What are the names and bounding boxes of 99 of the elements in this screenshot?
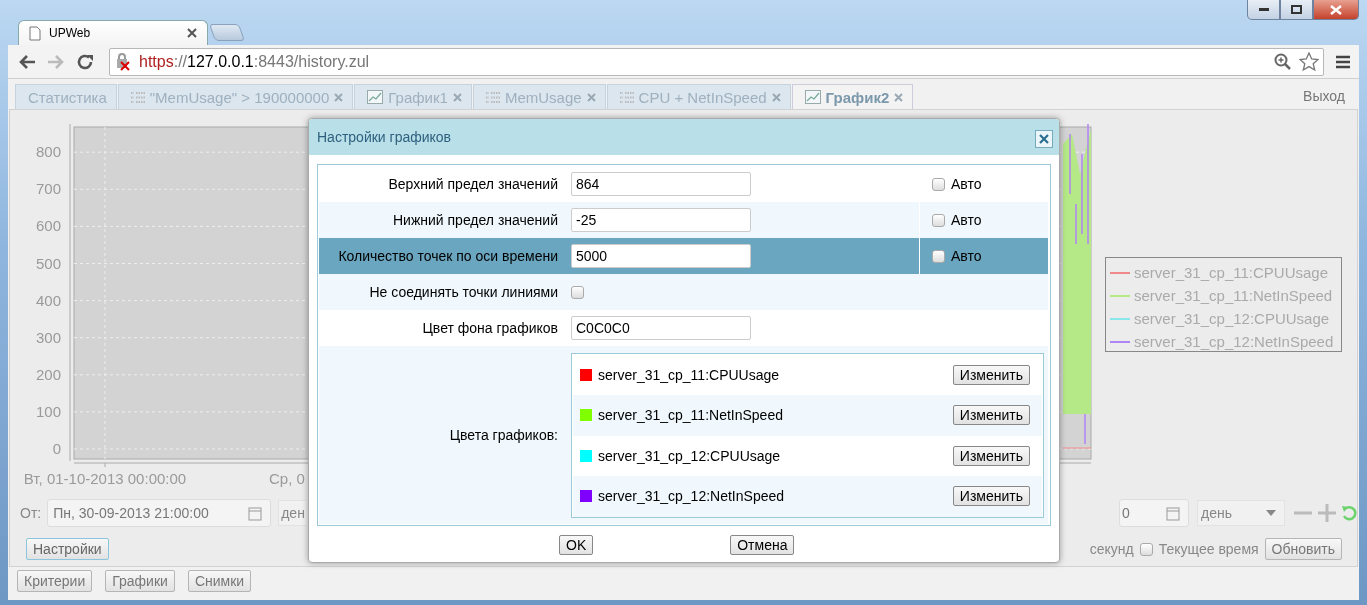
- checkbox[interactable]: [932, 213, 945, 227]
- axis-label: 500: [35, 254, 61, 272]
- legend-label: server_31_cp_12:NetInSpeed: [1134, 333, 1334, 350]
- caret-icon: [1266, 510, 1276, 516]
- series-name: server_31_cp_11:NetInSpeed: [598, 407, 783, 424]
- axis-label: 400: [35, 291, 61, 309]
- refresh-icon[interactable]: [1341, 504, 1357, 522]
- legend-label: server_31_cp_12:CPUUsage: [1134, 310, 1330, 327]
- tab-label: График2: [825, 88, 890, 106]
- series-name: server_31_cp_12:CPUUsage: [598, 447, 781, 464]
- url-text: https://127.0.0.1:8443/history.zul: [139, 52, 370, 71]
- input-field[interactable]: C0C0C0: [571, 316, 751, 340]
- checkbox[interactable]: [932, 177, 945, 191]
- close-button[interactable]: [1035, 130, 1053, 148]
- axis-label: 0: [52, 440, 61, 457]
- checkbox-label: Текущее время: [1158, 541, 1259, 557]
- seconds-label: секунд: [1089, 541, 1134, 557]
- axis-label: 700: [35, 180, 61, 198]
- menu-icon[interactable]: [1335, 54, 1351, 69]
- close-icon[interactable]: [187, 28, 197, 38]
- setting-label: Цвет фона графиков: [422, 320, 558, 336]
- date-field[interactable]: 0: [1119, 499, 1189, 527]
- change-button[interactable]: Изменить: [952, 445, 1030, 466]
- input-field[interactable]: 864: [571, 172, 751, 196]
- table-icon: [619, 91, 634, 103]
- settings-row[interactable]: Цвета графиков: server_31_cp_11:CPUUsage Изменить server_31_cp_11:NetInSpeed Изменить server_31_cp_12:CPUUsage Изменить server_31_cp_12:NetInSpeed Изменить: [319, 346, 1048, 524]
- calendar-icon[interactable]: [248, 505, 263, 521]
- close-icon: [1330, 4, 1342, 15]
- close-icon: [1039, 134, 1049, 144]
- series-name: server_31_cp_12:NetInSpeed: [598, 488, 785, 505]
- chart-icon: [367, 90, 384, 104]
- input-field[interactable]: 5000: [571, 244, 751, 268]
- settings-row[interactable]: Нижний предел значений -25 Авто: [319, 202, 1048, 238]
- unit-value: день: [1201, 505, 1232, 521]
- maximize-button[interactable]: [1280, 0, 1313, 20]
- minimize-icon: [1258, 7, 1269, 12]
- logout-link[interactable]: Выход: [1303, 88, 1345, 104]
- tab-label: "MemUsage" > 190000000: [149, 88, 330, 106]
- setting-label: Цвета графиков:: [449, 427, 558, 443]
- maximize-icon: [1291, 5, 1302, 14]
- plus-icon[interactable]: [1317, 503, 1337, 523]
- forward-icon[interactable]: [47, 53, 65, 70]
- checkbox[interactable]: [571, 285, 584, 299]
- tab-label: Статистика: [28, 88, 107, 106]
- setting-label: Нижний предел значений: [392, 212, 558, 228]
- axis-label: 100: [35, 402, 61, 420]
- calendar-icon[interactable]: [1166, 505, 1180, 521]
- footer-button[interactable]: Снимки: [187, 570, 252, 592]
- date-value: 0: [1122, 505, 1130, 521]
- table-icon: [485, 91, 500, 103]
- tab-label: MemUsage: [504, 88, 582, 106]
- change-button[interactable]: Изменить: [952, 405, 1030, 426]
- refresh-button[interactable]: Обновить: [1264, 538, 1342, 560]
- cancel-button[interactable]: Отмена: [730, 535, 795, 555]
- checkbox-label: Авто: [951, 248, 982, 264]
- checkbox-label: Авто: [951, 176, 982, 192]
- close-button[interactable]: [1313, 0, 1359, 20]
- setting-label: Не соединять точки линиями: [369, 284, 558, 300]
- broken-lock-icon: [116, 52, 132, 71]
- reload-icon[interactable]: [76, 52, 94, 71]
- axis-label: Вт, 01-10-2013 00:00:00: [23, 470, 187, 487]
- axis-label: 600: [35, 217, 61, 235]
- checkbox[interactable]: [1139, 542, 1153, 556]
- chart-icon: [804, 90, 821, 104]
- legend-label: server_31_cp_11:CPUUsage: [1134, 264, 1328, 281]
- input-field[interactable]: -25: [571, 208, 751, 232]
- back-icon[interactable]: [18, 53, 36, 70]
- ok-button[interactable]: OK: [559, 535, 594, 555]
- checkbox[interactable]: [932, 249, 945, 263]
- browser-tab[interactable]: UPWeb: [18, 20, 208, 45]
- axis-label: 800: [35, 143, 61, 161]
- from-label: От:: [20, 505, 42, 521]
- address-bar[interactable]: https://127.0.0.1:8443/history.zul: [109, 47, 1324, 76]
- footer-button[interactable]: Графики: [105, 570, 175, 592]
- change-button[interactable]: Изменить: [952, 486, 1030, 507]
- change-button[interactable]: Изменить: [952, 364, 1030, 385]
- series-name: server_31_cp_11:CPUUsage: [598, 366, 780, 383]
- footer-button[interactable]: Критерии: [17, 570, 93, 592]
- dialog-title: Настройки графиков: [317, 129, 452, 145]
- axis-label: Ср, 0: [269, 470, 305, 487]
- settings-row[interactable]: Количество точек по оси времени 5000 Авто: [319, 238, 1048, 274]
- settings-button[interactable]: Настройки: [26, 538, 109, 560]
- axis-label: 300: [35, 328, 61, 346]
- tab-label: CPU + NetInSpeed: [638, 88, 767, 106]
- minimize-button[interactable]: [1247, 0, 1280, 20]
- settings-row[interactable]: Не соединять точки линиями: [319, 274, 1048, 310]
- table-icon: [130, 91, 145, 103]
- star-icon[interactable]: [1299, 51, 1319, 72]
- axis-label: 200: [35, 365, 61, 383]
- date-field[interactable]: Пн, 30-09-2013 21:00:00: [47, 499, 272, 527]
- zoom-icon[interactable]: [1274, 52, 1292, 71]
- tab-title: UPWeb: [49, 26, 92, 40]
- tab-label: График1: [388, 88, 448, 106]
- legend-label: server_31_cp_11:NetInSpeed: [1134, 287, 1333, 304]
- page-icon: [29, 25, 41, 41]
- date-value: Пн, 30-09-2013 21:00:00: [53, 505, 209, 521]
- setting-label: Верхний предел значений: [388, 176, 558, 192]
- setting-label: Количество точек по оси времени: [338, 248, 558, 264]
- checkbox-label: Авто: [951, 212, 982, 228]
